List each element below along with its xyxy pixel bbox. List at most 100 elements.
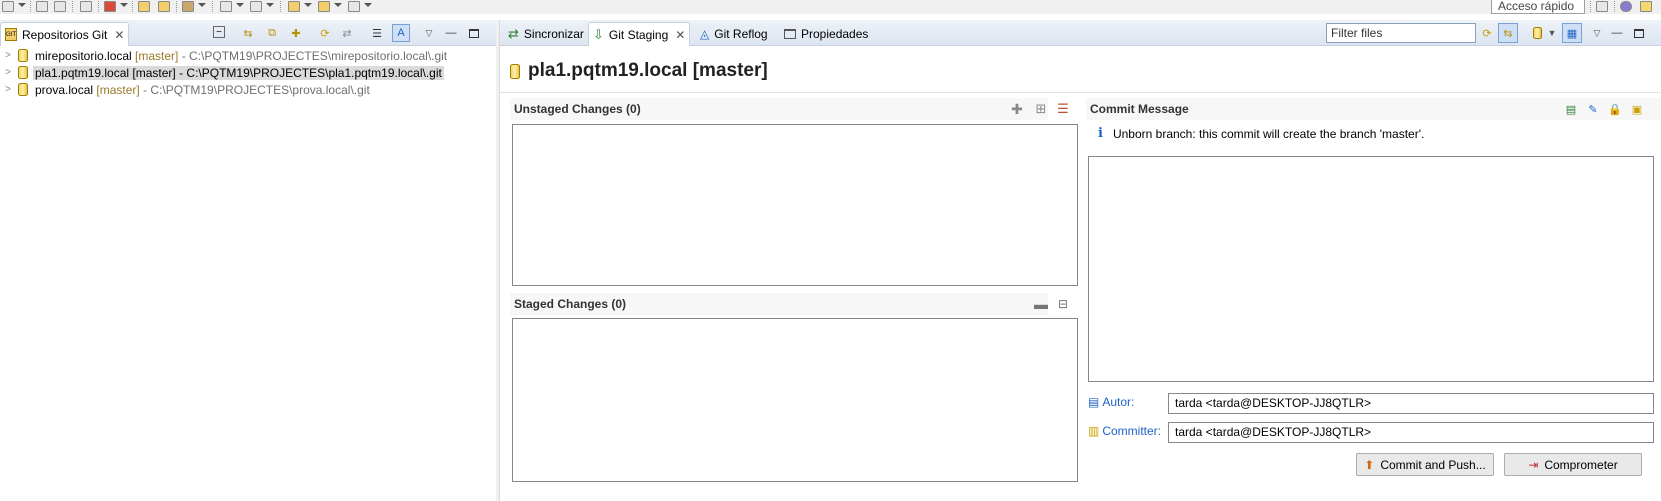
unstaged-changes-list[interactable] [512, 124, 1078, 286]
maximize-icon[interactable] [1632, 26, 1646, 40]
tools-icon[interactable] [182, 1, 194, 12]
repository-icon [18, 49, 28, 62]
tab-label: Git Reflog [714, 27, 768, 41]
open-folder-icon[interactable] [158, 1, 170, 12]
view-menu-icon[interactable]: ▽ [1590, 26, 1604, 40]
link-with-selection-icon[interactable]: ⇆ [241, 26, 255, 40]
back-icon[interactable] [288, 1, 300, 12]
repository-icon [18, 83, 28, 96]
next-annotation-icon[interactable] [220, 1, 232, 12]
view-menu-icon[interactable]: ▽ [422, 26, 436, 40]
tree-row-text: prova.local [master] - C:\PQTM19\PROJECT… [33, 83, 372, 97]
git-perspective-icon[interactable] [1640, 1, 1652, 12]
commit-message-textarea[interactable] [1088, 156, 1654, 382]
committer-field[interactable]: tarda <tarda@DESKTOP-JJ8QTLR> [1168, 422, 1654, 443]
tab-git-reflog[interactable]: ◬ Git Reflog [696, 22, 772, 46]
tab-sincronizar[interactable]: ⇄ Sincronizar [504, 22, 588, 46]
next-annotation-dropdown-icon[interactable] [236, 3, 244, 7]
tools-dropdown-icon[interactable] [198, 3, 206, 7]
sort-icon[interactable]: ☰ [1056, 101, 1070, 116]
tab-label: Sincronizar [523, 27, 584, 41]
flat-layout-icon[interactable]: A [392, 24, 410, 42]
commit-button[interactable]: ⇥ Comprometer [1504, 453, 1642, 476]
unstage-all-icon[interactable]: ⊟ [1056, 297, 1070, 311]
view-tab-bar: ⇄ Sincronizar ⇩ Git Staging ✕ ◬ Git Refl… [500, 20, 1661, 46]
toolbar-separator [280, 1, 281, 12]
refresh-icon[interactable]: ⟳ [318, 26, 332, 40]
properties-icon [784, 29, 796, 39]
tab-label: Propiedades [801, 27, 869, 41]
debug-dropdown-icon[interactable] [120, 3, 128, 7]
java-perspective-icon[interactable] [1620, 1, 1632, 12]
sync-icon[interactable]: ⇄ [340, 26, 354, 40]
tree-row[interactable]: > prova.local [master] - C:\PQTM19\PROJE… [0, 81, 470, 98]
repo-name: pla1.pqtm19.local [35, 65, 130, 80]
toolbar-separator [1614, 1, 1615, 12]
committer-label[interactable]: ▥ Committer: [1088, 424, 1161, 438]
back-dropdown-icon[interactable] [304, 3, 312, 7]
commit-and-push-button[interactable]: ⬆ Commit and Push... [1356, 453, 1494, 476]
stage-all-icon[interactable]: ⊞ [1034, 101, 1048, 116]
author-icon: ▤ [1088, 395, 1100, 409]
dropdown-arrow-icon[interactable]: ▼ [1545, 26, 1559, 40]
change-id-icon[interactable]: ▣ [1630, 102, 1644, 116]
open-type-icon[interactable] [138, 1, 150, 12]
last-edit-dropdown-icon[interactable] [364, 3, 372, 7]
debug-icon[interactable] [104, 1, 116, 12]
prev-annotation-dropdown-icon[interactable] [266, 3, 274, 7]
tree-row[interactable]: > mirepositorio.local [master] - C:\PQTM… [0, 47, 470, 64]
stage-selected-icon[interactable]: ✚ [1010, 101, 1024, 117]
staged-changes-list[interactable] [512, 318, 1078, 482]
sign-off-icon[interactable]: ▤ [1564, 102, 1578, 116]
filter-files-input[interactable] [1326, 23, 1476, 43]
save-icon[interactable] [36, 1, 48, 12]
committer-label-text: Committer: [1102, 424, 1162, 438]
unstage-selected-icon[interactable]: ▬ [1034, 296, 1048, 312]
tab-git-repositories[interactable]: GIT Repositorios Git ✕ [0, 22, 130, 46]
prev-annotation-icon[interactable] [250, 1, 262, 12]
tree-row[interactable]: > pla1.pqtm19.local [master] - C:\PQTM19… [0, 64, 470, 81]
expand-chevron-icon[interactable]: > [2, 84, 14, 95]
repository-title: pla1.pqtm19.local [master] [528, 60, 768, 81]
tab-git-staging[interactable]: ⇩ Git Staging ✕ [588, 22, 691, 46]
gpg-sign-icon[interactable]: 🔒 [1608, 102, 1622, 116]
new-dropdown-icon[interactable] [18, 3, 26, 7]
synchronize-icon: ⇄ [508, 26, 519, 41]
tab-label: Repositorios Git [22, 27, 108, 42]
layout-icon[interactable]: ▦ [1562, 23, 1582, 43]
new-icon[interactable] [2, 1, 14, 12]
print-icon[interactable] [80, 1, 92, 12]
staged-changes-header: Staged Changes (0) [510, 293, 1048, 315]
forward-dropdown-icon[interactable] [334, 3, 342, 7]
committer-icon: ▥ [1088, 424, 1100, 438]
quick-access-field[interactable]: Acceso rápido [1491, 0, 1585, 14]
save-all-icon[interactable] [54, 1, 66, 12]
author-label[interactable]: ▤ Autor: [1088, 395, 1134, 409]
commit-icon: ⇥ [1528, 457, 1539, 472]
last-edit-icon[interactable] [348, 1, 360, 12]
link-with-selection-icon[interactable]: ⇆ [1498, 23, 1518, 43]
repo-branch: [master] [132, 65, 176, 80]
forward-icon[interactable] [318, 1, 330, 12]
clone-repo-icon[interactable]: ⧉ [265, 26, 279, 40]
repo-path: - C:\PQTM19\PROJECTES\pla1.pqtm19.local\… [175, 65, 442, 80]
tab-label: Git Staging [608, 27, 669, 42]
minimize-icon[interactable]: — [444, 26, 458, 40]
expand-chevron-icon[interactable]: > [2, 67, 14, 78]
open-perspective-icon[interactable] [1596, 1, 1608, 12]
refresh-icon[interactable]: ⟳ [1480, 26, 1494, 40]
git-repositories-icon: GIT [5, 28, 17, 41]
repository-icon[interactable] [1530, 26, 1544, 40]
amend-icon[interactable]: ✎ [1586, 102, 1600, 116]
collapse-all-icon[interactable]: − [213, 26, 225, 38]
hierarchical-layout-icon[interactable]: ☰ [370, 26, 384, 40]
close-icon[interactable]: ✕ [114, 28, 124, 42]
tab-propiedades[interactable]: Propiedades [780, 22, 872, 46]
close-icon[interactable]: ✕ [675, 28, 685, 42]
maximize-icon[interactable] [467, 26, 481, 40]
add-repo-icon[interactable]: ✚ [289, 26, 303, 40]
author-field[interactable]: tarda <tarda@DESKTOP-JJ8QTLR> [1168, 393, 1654, 414]
expand-chevron-icon[interactable]: > [2, 50, 14, 61]
minimize-icon[interactable]: — [1610, 26, 1624, 40]
git-repositories-view: GIT Repositorios Git ✕ − ⇆ ⧉ ✚ ⟳ ⇄ ☰ A ▽… [0, 20, 496, 501]
